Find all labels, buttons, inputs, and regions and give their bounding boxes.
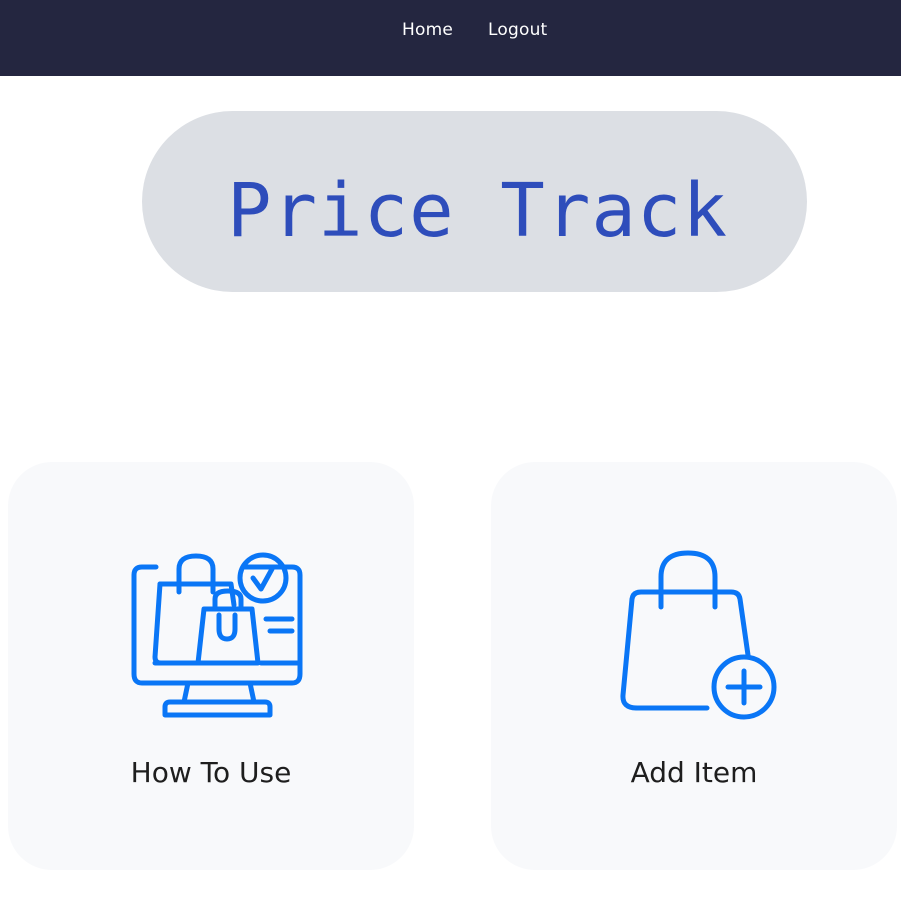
how-to-use-card[interactable]: How To Use [8,462,414,870]
shopping-bag-add-icon [491,547,897,722]
computer-shopping-bags-check-icon [8,547,414,722]
add-item-label: Add Item [630,756,758,789]
add-item-card[interactable]: Add Item [491,462,897,870]
nav-home-link[interactable]: Home [402,20,453,40]
navbar: Home Logout [0,0,901,76]
title-banner: Price Track [142,111,807,292]
nav-logout-link[interactable]: Logout [488,20,547,40]
how-to-use-label: How To Use [130,756,292,789]
page-title: Price Track [226,167,729,254]
